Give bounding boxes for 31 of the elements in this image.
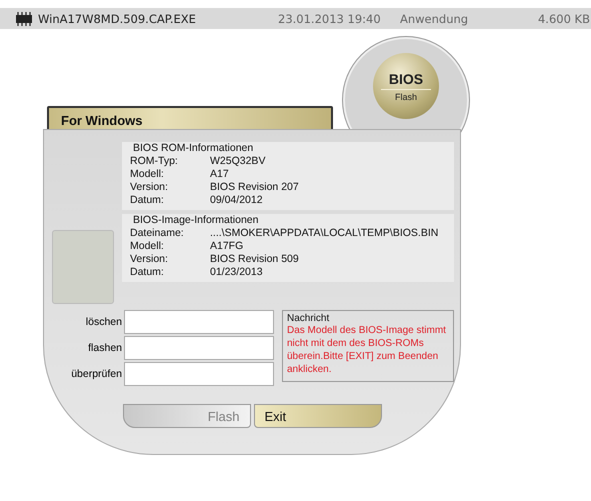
info-label: Version: xyxy=(130,181,169,194)
message-title: Nachricht xyxy=(287,313,330,324)
info-value: 01/23/2013 xyxy=(210,266,263,279)
chip-icon xyxy=(14,12,34,26)
info-label: Dateiname: xyxy=(130,227,185,240)
info-value: ....\SMOKER\APPDATA\LOCAL\TEMP\BIOS.BIN xyxy=(210,227,438,240)
info-label: Version: xyxy=(130,253,169,266)
info-value: A17FG xyxy=(210,240,244,253)
section-title: BIOS-Image-Informationen xyxy=(133,214,260,227)
info-value: A17 xyxy=(210,168,229,181)
info-label: Modell: xyxy=(130,168,165,181)
section-title: BIOS ROM-Informationen xyxy=(133,142,254,155)
info-value: BIOS Revision 207 xyxy=(210,181,299,194)
info-value: BIOS Revision 509 xyxy=(210,253,299,266)
file-row[interactable]: WinA17W8MD.509.CAP.EXE 23.01.2013 19:40 Anwendung 4.600 KB xyxy=(0,8,591,29)
progress-label: überprüfen xyxy=(70,368,123,380)
progress-label: flashen xyxy=(87,342,123,354)
exit-button[interactable]: Exit xyxy=(254,404,382,428)
info-label: Datum: xyxy=(130,266,165,279)
message-text: Das Modell des BIOS-Image stimmt nicht mit dem des BIOS-ROMs überein.Bitte [EXIT] zum Beenden anklicken. xyxy=(287,324,447,376)
info-label: Datum: xyxy=(130,194,165,207)
file-size: 4.600 KB xyxy=(536,12,590,26)
file-name: WinA17W8MD.509.CAP.EXE xyxy=(38,12,197,26)
file-date: 23.01.2013 19:40 xyxy=(278,12,382,26)
header-title: For Windows xyxy=(61,113,142,128)
info-value: 09/04/2012 xyxy=(210,194,263,207)
progress-label: löschen xyxy=(84,316,123,328)
info-value: W25Q32BV xyxy=(210,155,266,168)
file-type: Anwendung xyxy=(400,12,470,26)
info-label: Modell: xyxy=(130,240,165,253)
info-label: ROM-Typ: xyxy=(130,155,179,168)
